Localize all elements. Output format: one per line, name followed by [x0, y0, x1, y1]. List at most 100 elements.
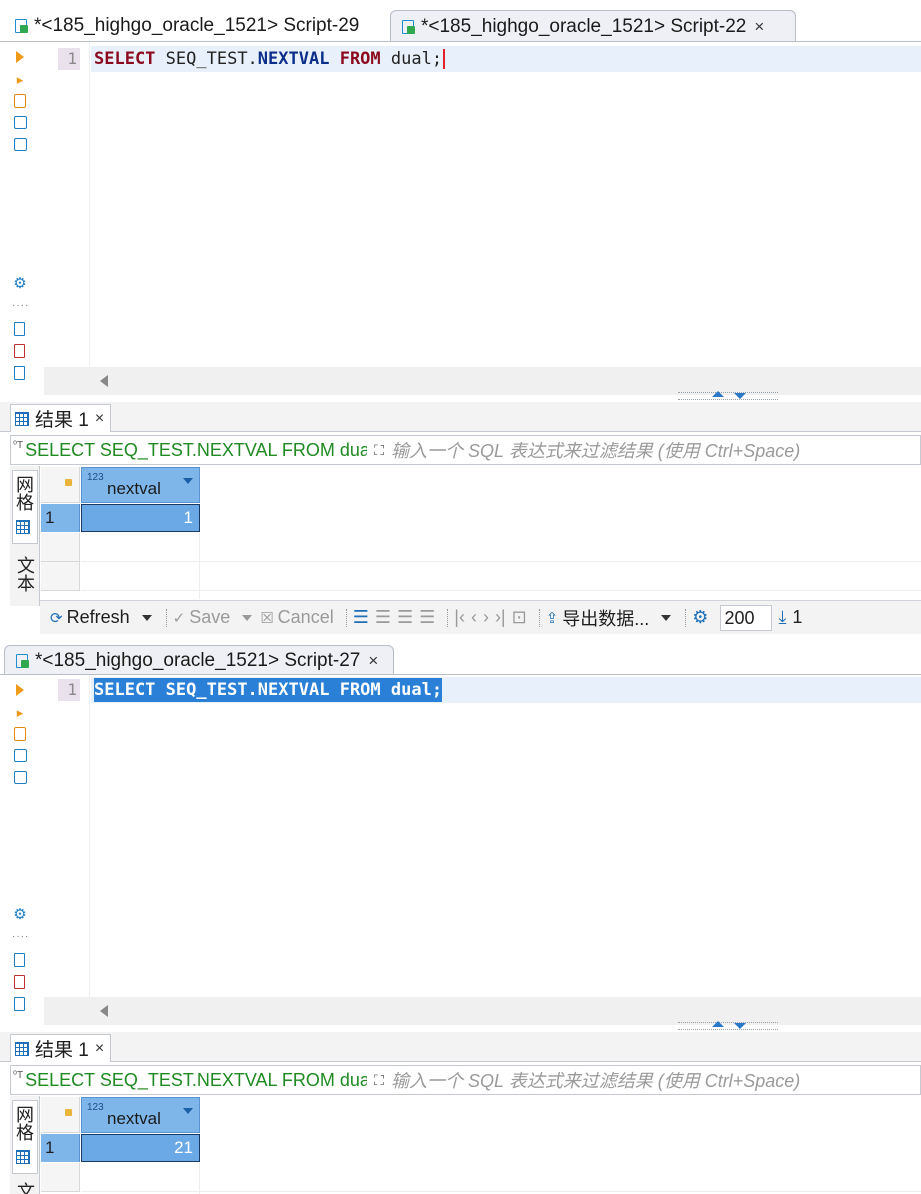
- save-button[interactable]: ✓ Save: [173, 607, 231, 628]
- sql-script-icon: [401, 18, 417, 36]
- save-dropdown-icon[interactable]: [242, 614, 253, 621]
- close-icon[interactable]: ×: [95, 1040, 104, 1058]
- execute-script-icon[interactable]: [14, 94, 26, 108]
- terminal-icon[interactable]: [14, 771, 27, 784]
- next-page-icon[interactable]: ›: [483, 607, 489, 628]
- identifier-dual: dual;: [390, 680, 443, 700]
- results-filter-bar[interactable]: ⁰T SELECT SEQ_TEST.NEXTVAL FROM dua ⛶ 输入一…: [10, 1065, 921, 1095]
- fetch-all-icon[interactable]: ⊡: [512, 607, 527, 628]
- filter-input[interactable]: 输入一个 SQL 表达式来过滤结果 (使用 Ctrl+Space): [391, 437, 800, 463]
- settings-gear-icon[interactable]: ⚙: [692, 607, 708, 628]
- query-icon: ⁰T: [13, 1069, 24, 1081]
- results-grid: 123 nextval 1 21: [41, 1097, 921, 1194]
- explain-plan-icon[interactable]: [14, 749, 27, 762]
- save-doc-icon[interactable]: [14, 997, 25, 1011]
- tab-text-view[interactable]: 文本: [12, 1182, 38, 1194]
- editor-tab-strip: *<185_highgo_oracle_1521> Script-29 *<18…: [0, 0, 921, 42]
- add-row-icon[interactable]: ☰: [375, 607, 391, 628]
- first-page-icon[interactable]: |‹: [454, 607, 465, 628]
- expand-filter-icon[interactable]: ⛶: [367, 1072, 391, 1089]
- refresh-button[interactable]: ⟳ Refresh: [50, 607, 130, 628]
- settings-gear-icon[interactable]: ⚙: [12, 907, 28, 923]
- tab-results-1[interactable]: 结果 1 ×: [10, 1034, 112, 1062]
- results-tab-bar: 结果 1 ×: [0, 402, 921, 432]
- execute-in-new-tab-icon[interactable]: ▸: [12, 72, 28, 88]
- tab-label: *<185_highgo_oracle_1521> Script-29: [34, 15, 360, 36]
- scroll-left-icon[interactable]: [100, 375, 108, 387]
- sort-icon[interactable]: [183, 1108, 193, 1114]
- grid-icon: [15, 1041, 29, 1056]
- restore-down-icon[interactable]: [734, 1023, 746, 1029]
- export-doc-icon[interactable]: [14, 322, 25, 336]
- separator: [165, 608, 167, 627]
- close-icon[interactable]: ×: [95, 410, 104, 428]
- export-doc-icon[interactable]: [14, 953, 25, 967]
- sort-icon[interactable]: [183, 478, 193, 484]
- maximize-up-icon[interactable]: [712, 391, 724, 397]
- column-header-nextval[interactable]: 123 nextval: [81, 467, 200, 503]
- grid-icon: [16, 1150, 30, 1164]
- filter-input[interactable]: 输入一个 SQL 表达式来过滤结果 (使用 Ctrl+Space): [391, 1067, 800, 1093]
- execute-in-new-tab-icon[interactable]: ▸: [12, 705, 28, 721]
- last-page-icon[interactable]: ›|: [495, 607, 506, 628]
- fetch-size-input[interactable]: 200: [720, 604, 773, 631]
- results-tab-label: 结果 1: [35, 1040, 89, 1061]
- tab-text-view[interactable]: 文本: [12, 554, 38, 600]
- tab-results-1[interactable]: 结果 1 ×: [10, 404, 112, 432]
- tab-script-27[interactable]: *<185_highgo_oracle_1521> Script-27 ×: [4, 645, 394, 675]
- row-header-empty: [41, 533, 80, 562]
- sql-editor[interactable]: 1 SELECT SEQ_TEST.NEXTVAL FROM dual;: [44, 675, 921, 997]
- execute-statement-icon[interactable]: [16, 684, 24, 696]
- grid-corner: [41, 1097, 80, 1133]
- row-number[interactable]: 1: [41, 504, 80, 532]
- row-count-icon[interactable]: ⤓: [778, 607, 786, 628]
- prev-page-icon[interactable]: ‹: [471, 607, 477, 628]
- column-header-nextval[interactable]: 123 nextval: [81, 1097, 200, 1133]
- column-divider: [199, 533, 200, 599]
- execute-script-icon[interactable]: [14, 727, 26, 741]
- code-line[interactable]: SELECT SEQ_TEST.NEXTVAL FROM dual;: [91, 46, 921, 72]
- grid-corner: [41, 467, 80, 503]
- export-icon: ⇪: [545, 609, 559, 627]
- code-line[interactable]: SELECT SEQ_TEST.NEXTVAL FROM dual;: [91, 677, 921, 703]
- results-filter-bar[interactable]: ⁰T SELECT SEQ_TEST.NEXTVAL FROM dua ⛶ 输入一…: [10, 435, 921, 465]
- editor-side-toolbar: ▸ ⚙ ····: [8, 675, 36, 1011]
- maximize-up-icon[interactable]: [712, 1021, 724, 1027]
- separator: [345, 608, 347, 627]
- table-cell[interactable]: 1: [81, 504, 200, 532]
- refresh-dropdown-icon[interactable]: [141, 614, 152, 621]
- close-icon[interactable]: ×: [368, 651, 378, 671]
- terminal-icon[interactable]: [14, 138, 27, 151]
- load-doc-icon[interactable]: [14, 344, 25, 358]
- restore-down-icon[interactable]: [734, 393, 746, 399]
- save-doc-icon[interactable]: [14, 366, 25, 380]
- execute-statement-icon[interactable]: [16, 51, 24, 63]
- horizontal-scrollbar[interactable]: [44, 997, 921, 1025]
- line-gutter: 1: [44, 42, 90, 367]
- table-cell[interactable]: 21: [81, 1134, 200, 1162]
- script-pane-top: *<185_highgo_oracle_1521> Script-29 *<18…: [0, 0, 921, 643]
- scroll-left-icon[interactable]: [100, 1005, 108, 1017]
- export-dropdown-icon[interactable]: [661, 614, 672, 621]
- column-name: nextval: [107, 479, 161, 498]
- panel-splitter[interactable]: [678, 1021, 778, 1030]
- tab-script-29[interactable]: *<185_highgo_oracle_1521> Script-29: [4, 10, 367, 42]
- export-data-button[interactable]: ⇪ 导出数据...: [546, 605, 650, 631]
- load-doc-icon[interactable]: [14, 975, 25, 989]
- sql-editor[interactable]: 1 SELECT SEQ_TEST.NEXTVAL FROM dual;: [44, 42, 921, 367]
- numeric-type-icon: 123: [87, 1102, 104, 1113]
- panel-splitter[interactable]: [678, 391, 778, 400]
- close-icon[interactable]: ×: [754, 17, 764, 37]
- horizontal-scrollbar[interactable]: [44, 367, 921, 395]
- tab-script-22[interactable]: *<185_highgo_oracle_1521> Script-22 ×: [390, 10, 796, 42]
- copy-row-icon[interactable]: ☰: [397, 607, 413, 628]
- explain-plan-icon[interactable]: [14, 116, 27, 129]
- empty-row: [81, 1163, 921, 1192]
- edit-row-icon[interactable]: ☰: [353, 607, 369, 628]
- cancel-button[interactable]: ☒ Cancel: [260, 607, 333, 628]
- settings-gear-icon[interactable]: ⚙: [12, 276, 28, 292]
- delete-row-icon[interactable]: ☰: [419, 607, 435, 628]
- check-circle-icon: ✓: [172, 609, 186, 627]
- row-number[interactable]: 1: [41, 1134, 80, 1162]
- expand-filter-icon[interactable]: ⛶: [367, 442, 391, 459]
